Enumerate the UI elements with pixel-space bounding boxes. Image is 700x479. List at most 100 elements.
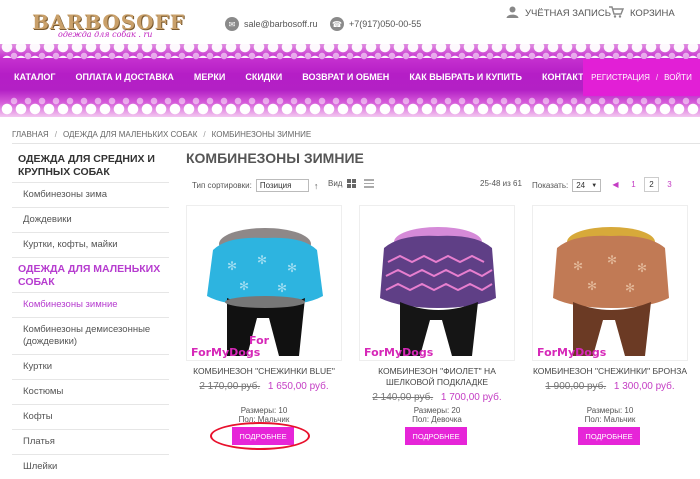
svg-text:✻: ✻ — [607, 253, 617, 267]
svg-text:✻: ✻ — [287, 261, 297, 275]
page-link-1[interactable]: 1 — [626, 177, 641, 192]
cart-label: КОРЗИНА — [630, 8, 675, 19]
old-price: 2 170,00 руб. — [199, 381, 261, 392]
sidebar-item-dresses[interactable]: Платья — [12, 429, 169, 454]
page-link-2: 2 — [644, 177, 659, 192]
top-bar: BARBOSOFF одежда для собак . ru ✉ sale@b… — [0, 0, 700, 44]
product-card: ForMyDogs КОМБИНЕЗОН "ФИОЛЕТ" НА ШЕЛКОВО… — [359, 205, 515, 450]
phone-contact[interactable]: ☎ +7(917)050-00-55 — [330, 17, 421, 31]
product-image[interactable]: ✻ ✻ ✻ ✻ ✻ For ForMyDogs — [186, 205, 342, 361]
sidebar-group-small-dogs[interactable]: ОДЕЖДА ДЛЯ МАЛЕНЬКИХ СОБАК — [12, 257, 169, 292]
sort-direction-icon[interactable]: ↑ — [314, 181, 319, 191]
site-logo[interactable]: BARBOSOFF одежда для собак . ru — [12, 6, 184, 39]
listing-toolbar: Тип сортировки: Позиция ↑ Вид 25-48 из 6… — [186, 176, 700, 196]
nav-returns[interactable]: ВОЗВРАТ И ОБМЕН — [302, 72, 389, 82]
highlight-ring — [210, 422, 310, 450]
list-view-icon[interactable] — [364, 179, 375, 188]
product-card: ✻ ✻ ✻ ✻ ✻ ForMyDogs КОМБИНЕЗОН "СНЕЖИНКИ" БР… — [532, 205, 688, 450]
svg-text:✻: ✻ — [573, 259, 583, 273]
page-title: КОМБИНЕЗОНЫ ЗИМНИЕ — [186, 150, 364, 166]
chevron-down-icon: ▼ — [591, 182, 598, 189]
register-link[interactable]: РЕГИСТРАЦИЯ — [591, 73, 650, 82]
sidebar-item-raincoats[interactable]: Дождевики — [12, 207, 169, 232]
page-size-value: 24 — [576, 181, 586, 190]
account-label: УЧЁТНАЯ ЗАПИСЬ — [525, 8, 611, 19]
nav-catalog[interactable]: КАТАЛОГ — [14, 72, 56, 82]
new-price: 1 300,00 руб. — [613, 381, 675, 392]
range-info: 25-48 из 61 — [480, 179, 522, 188]
auth-separator: / — [655, 73, 659, 82]
product-price: 1 900,00 руб. 1 300,00 руб. — [532, 381, 688, 392]
nav-how-to-buy[interactable]: КАК ВЫБРАТЬ И КУПИТЬ — [409, 72, 522, 82]
product-price: 2 140,00 руб. 1 700,00 руб. — [359, 392, 515, 403]
sidebar-item-winter-overalls[interactable]: Комбинезоны зимние — [12, 292, 169, 317]
product-name[interactable]: КОМБИНЕЗОН "СНЕЖИНКИ" БРОНЗА — [532, 366, 688, 377]
sidebar-item-sweaters[interactable]: Кофты — [12, 404, 169, 429]
product-image[interactable]: ✻ ✻ ✻ ✻ ✻ ForMyDogs — [532, 205, 688, 361]
sort-select[interactable]: Позиция — [255, 179, 309, 192]
user-icon — [506, 6, 519, 21]
breadcrumb-home[interactable]: ГЛАВНАЯ — [12, 130, 49, 139]
product-price: 2 170,00 руб. 1 650,00 руб. — [186, 381, 342, 392]
breadcrumb-small-dogs[interactable]: ОДЕЖДА ДЛЯ МАЛЕНЬКИХ СОБАК — [63, 130, 197, 139]
product-name[interactable]: КОМБИНЕЗОН "СНЕЖИНКИ BLUE" — [186, 366, 342, 377]
nav-measurements[interactable]: МЕРКИ — [194, 72, 225, 82]
prev-page-icon[interactable]: ◀ — [608, 177, 623, 192]
svg-text:✻: ✻ — [227, 259, 237, 273]
details-button[interactable]: ПОДРОБНЕЕ — [405, 427, 467, 445]
phone-text: +7(917)050-00-55 — [349, 19, 422, 29]
range-text: 25-48 из 61 — [480, 179, 522, 188]
svg-text:✻: ✻ — [587, 279, 597, 293]
sidebar-item-winter-suits[interactable]: Комбинезоны зима — [12, 182, 169, 207]
brand-label: ForMyDogs — [537, 346, 607, 359]
product-sizes: Размеры: 10 — [240, 406, 288, 415]
svg-text:✻: ✻ — [239, 279, 249, 293]
product-sizes: Размеры: 10 — [586, 406, 634, 415]
email-contact[interactable]: ✉ sale@barbosoff.ru — [225, 17, 318, 31]
svg-text:✻: ✻ — [257, 253, 267, 267]
sidebar-group-large-dogs[interactable]: ОДЕЖДА ДЛЯ СРЕДНИХ И КРУПНЫХ СОБАК — [12, 150, 169, 182]
pagination: ◀ 1 2 3 — [608, 177, 677, 192]
page-link-3[interactable]: 3 — [662, 177, 677, 192]
new-price: 1 700,00 руб. — [440, 392, 502, 403]
svg-text:✻: ✻ — [637, 261, 647, 275]
decor-dots — [0, 102, 700, 117]
show-label: Показать: — [532, 181, 569, 190]
login-link[interactable]: ВОЙТИ — [664, 73, 692, 82]
product-sizes: Размеры: 20 — [413, 406, 461, 415]
nav-discounts[interactable]: СКИДКИ — [245, 72, 282, 82]
new-price: 1 650,00 руб. — [267, 381, 329, 392]
envelope-icon: ✉ — [225, 17, 239, 31]
product-image[interactable]: ForMyDogs — [359, 205, 515, 361]
sidebar-item-harnesses[interactable]: Шлейки — [12, 454, 169, 479]
grid-view-icon[interactable] — [347, 179, 357, 188]
breadcrumb-separator: / — [203, 130, 206, 139]
breadcrumb-current: КОМБИНЕЗОНЫ ЗИМНИЕ — [211, 130, 312, 139]
svg-text:✻: ✻ — [277, 281, 287, 295]
product-gender: Пол: Мальчик — [584, 415, 636, 424]
sidebar-item-demiseason[interactable]: Комбинезоны демисезонные (дождевики) — [12, 317, 169, 354]
account-link[interactable]: УЧЁТНАЯ ЗАПИСЬ — [506, 6, 611, 21]
sidebar-item-small-jackets[interactable]: Куртки — [12, 354, 169, 379]
svg-text:✻: ✻ — [625, 281, 635, 295]
details-button[interactable]: ПОДРОБНЕЕ — [578, 427, 640, 445]
main-nav: КАТАЛОГ ОПЛАТА И ДОСТАВКА МЕРКИ СКИДКИ В… — [14, 72, 612, 82]
brand-label: ForMyDogs — [364, 346, 434, 359]
sidebar-item-costumes[interactable]: Костюмы — [12, 379, 169, 404]
main-navigation-band: КАТАЛОГ ОПЛАТА И ДОСТАВКА МЕРКИ СКИДКИ В… — [0, 44, 700, 117]
phone-icon: ☎ — [330, 17, 344, 31]
sort-label: Тип сортировки: — [192, 181, 252, 190]
sort-control: Тип сортировки: Позиция ↑ — [192, 179, 318, 192]
view-label: Вид — [328, 179, 343, 188]
divider — [12, 143, 700, 144]
product-gender: Пол: Девочка — [412, 415, 462, 424]
old-price: 1 900,00 руб. — [545, 381, 607, 392]
cart-link[interactable]: КОРЗИНА — [609, 6, 675, 21]
view-control: Вид — [328, 179, 375, 188]
cart-icon — [609, 6, 625, 21]
page-size-select[interactable]: 24 ▼ — [572, 179, 602, 192]
product-name[interactable]: КОМБИНЕЗОН "ФИОЛЕТ" НА ШЕЛКОВОЙ ПОДКЛАДК… — [359, 366, 515, 388]
page-size-control: Показать: 24 ▼ — [532, 179, 602, 192]
nav-payment-delivery[interactable]: ОПЛАТА И ДОСТАВКА — [76, 72, 174, 82]
sidebar-item-jackets[interactable]: Куртки, кофты, майки — [12, 232, 169, 257]
